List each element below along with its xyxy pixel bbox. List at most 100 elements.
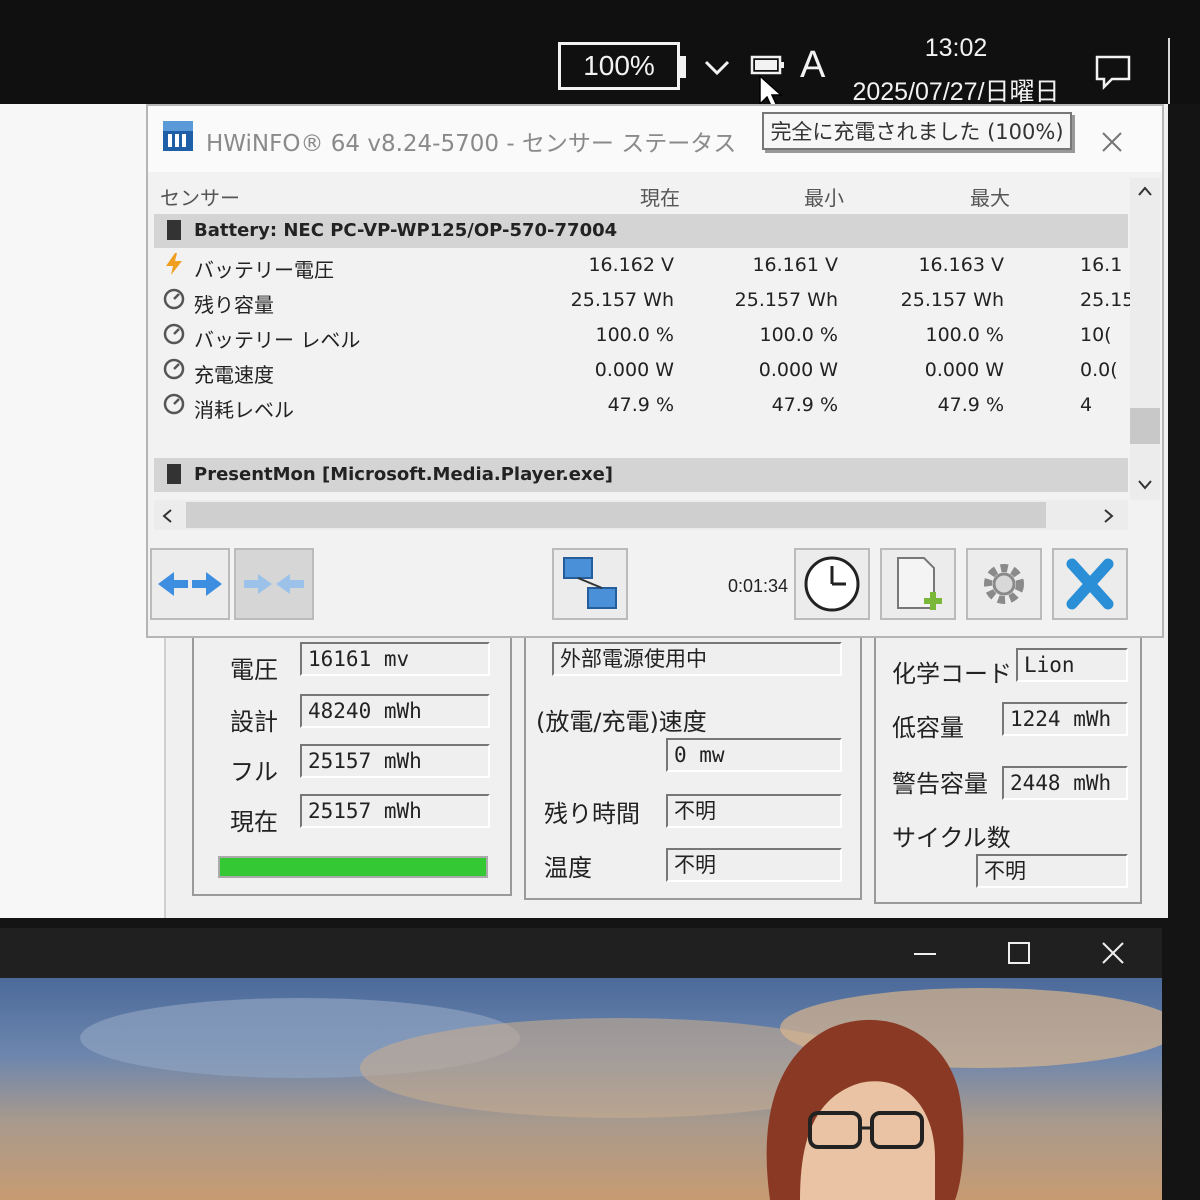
sensor-max: 0.000 W: [924, 359, 1004, 381]
hwinfo-toolbar: 0:01:34: [148, 536, 1162, 636]
column-sensor[interactable]: センサー: [160, 182, 240, 211]
current-capacity-label: 現在: [230, 808, 278, 836]
temperature-field: 不明: [666, 848, 842, 882]
sensor-min: 47.9 %: [771, 394, 838, 416]
sensor-group-battery[interactable]: Battery: NEC PC-VP-WP125/OP-570-77004: [154, 214, 1128, 248]
table-row[interactable]: 充電速度 0.000 W 0.000 W 0.000 W 0.0(: [154, 353, 1128, 387]
sensor-max: 100.0 %: [925, 324, 1005, 346]
sensor-min: 100.0 %: [759, 324, 839, 346]
sensor-group-name: Battery: NEC PC-VP-WP125/OP-570-77004: [194, 220, 618, 241]
vertical-scrollbar[interactable]: [1130, 178, 1160, 500]
current-capacity-field: 25157 mWh: [300, 794, 490, 828]
low-capacity-field: 1224 mWh: [1002, 702, 1128, 736]
expand-columns-button[interactable]: [150, 548, 230, 620]
power-source-field: 外部電源使用中: [552, 642, 842, 676]
column-min[interactable]: 最小: [804, 182, 844, 211]
close-x-icon: [1066, 558, 1114, 610]
sensor-min: 25.157 Wh: [734, 289, 838, 311]
gear-icon: [984, 564, 1024, 604]
network-button[interactable]: [552, 548, 628, 620]
hwinfo-sensor-window[interactable]: HWiNFO® 64 v8.24-5700 - センサー ステータス センサー …: [146, 104, 1164, 638]
battery-tooltip: 完全に充電されました (100%): [762, 112, 1072, 150]
sensor-group-name: PresentMon [Microsoft.Media.Player.exe]: [194, 464, 614, 485]
column-max[interactable]: 最大: [970, 182, 1010, 211]
sensor-max: 16.163 V: [918, 254, 1004, 276]
maximize-icon[interactable]: [1006, 940, 1032, 966]
battery-percent-text: 100%: [583, 50, 655, 81]
collapse-columns-button[interactable]: [234, 548, 314, 620]
show-desktop-divider[interactable]: [1168, 38, 1170, 104]
exit-button[interactable]: [1052, 548, 1128, 620]
close-icon[interactable]: [1100, 940, 1126, 966]
hwinfo-window-title: HWiNFO® 64 v8.24-5700 - センサー ステータス: [206, 131, 737, 157]
taskbar: 100% A 13:02 2025/07/27/日曜日: [0, 0, 1200, 109]
media-player-titlebar[interactable]: [0, 928, 1162, 978]
scroll-down-icon[interactable]: [1136, 478, 1154, 492]
ime-mode-indicator[interactable]: A: [800, 44, 825, 87]
bolt-icon: [166, 253, 182, 275]
sensor-current: 25.157 Wh: [570, 289, 674, 311]
clock-date[interactable]: 2025/07/27/日曜日: [846, 72, 1066, 108]
warning-capacity-label: 警告容量: [892, 770, 988, 798]
hwinfo-logo-icon: [163, 121, 193, 151]
sensor-name: バッテリー電圧: [194, 258, 334, 282]
table-row[interactable]: 残り容量 25.157 Wh 25.157 Wh 25.157 Wh 25.15: [154, 283, 1134, 317]
media-player-window[interactable]: [0, 928, 1162, 1200]
minimize-icon[interactable]: [912, 940, 938, 966]
clock-time[interactable]: 13:02: [846, 34, 1066, 63]
logging-button[interactable]: [880, 548, 956, 620]
expand-arrows-icon: [158, 572, 222, 596]
app-side-panel: [0, 104, 166, 918]
scroll-up-icon[interactable]: [1136, 184, 1154, 198]
sensor-current: 47.9 %: [607, 394, 674, 416]
sensor-avg: 0.0(: [1080, 359, 1118, 381]
table-row[interactable]: バッテリー電圧 16.162 V 16.161 V 16.163 V 16.1: [154, 248, 1128, 282]
sensor-max: 25.157 Wh: [900, 289, 1004, 311]
sensor-name: バッテリー レベル: [194, 328, 361, 352]
rate-field: 0 mw: [666, 738, 842, 772]
cycle-count-label: サイクル数: [892, 824, 1011, 852]
voltage-field: 16161 mv: [300, 642, 490, 676]
sensor-avg: 4: [1080, 394, 1093, 416]
sensor-name: 残り容量: [194, 293, 274, 317]
reset-timer-button[interactable]: [794, 548, 870, 620]
horizontal-scrollbar[interactable]: [154, 500, 1128, 530]
temperature-label: 温度: [544, 854, 592, 882]
low-capacity-label: 低容量: [892, 714, 964, 742]
table-row[interactable]: バッテリー レベル 100.0 % 100.0 % 100.0 % 10(: [154, 318, 1128, 352]
sensor-min: 0.000 W: [758, 359, 838, 381]
cycle-count-field: 不明: [976, 854, 1128, 888]
sensor-max: 47.9 %: [937, 394, 1004, 416]
design-capacity-field: 48240 mWh: [300, 694, 490, 728]
settings-button[interactable]: [966, 548, 1042, 620]
battery-tray-icon[interactable]: [750, 54, 786, 76]
chip-icon: [167, 464, 181, 484]
sensor-group-presentmon[interactable]: PresentMon [Microsoft.Media.Player.exe]: [154, 458, 1128, 492]
sensor-current: 0.000 W: [594, 359, 674, 381]
sensor-avg: 10(: [1080, 324, 1112, 346]
table-row[interactable]: 消耗レベル 47.9 % 47.9 % 47.9 % 4: [154, 388, 1128, 422]
vertical-scroll-thumb[interactable]: [1130, 408, 1160, 444]
battery-percent-indicator[interactable]: 100%: [558, 42, 680, 90]
network-icon: [563, 557, 617, 609]
close-icon[interactable]: [1100, 130, 1124, 154]
scroll-right-icon[interactable]: [1102, 507, 1116, 525]
voltage-label: 電圧: [230, 656, 278, 684]
gauge-icon: [163, 323, 185, 345]
sensor-current: 16.162 V: [588, 254, 674, 276]
collapse-arrows-icon: [244, 574, 304, 594]
gauge-icon: [163, 288, 185, 310]
horizontal-scroll-thumb[interactable]: [186, 502, 1046, 528]
sensor-table-header: センサー 現在 最小 最大: [154, 176, 1128, 210]
sensor-avg: 16.1: [1080, 254, 1123, 276]
sensor-current: 100.0 %: [595, 324, 675, 346]
scroll-left-icon[interactable]: [160, 507, 174, 525]
remaining-time-field: 不明: [666, 794, 842, 828]
column-current[interactable]: 現在: [640, 182, 680, 211]
warning-capacity-field: 2448 mWh: [1002, 766, 1128, 800]
chemistry-field: Lion: [1016, 648, 1128, 682]
charge-level-bar: [218, 856, 488, 878]
notification-center-icon[interactable]: [1094, 54, 1132, 90]
chevron-down-icon[interactable]: [700, 50, 734, 84]
video-frame[interactable]: [0, 978, 1162, 1200]
